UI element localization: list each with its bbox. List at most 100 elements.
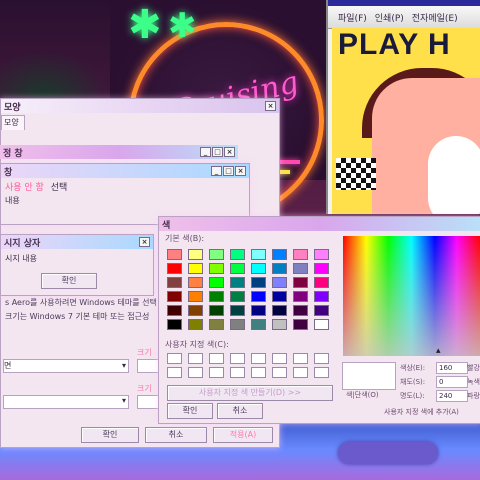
basic-color-swatch[interactable]	[209, 305, 224, 316]
basic-color-swatch[interactable]	[251, 263, 266, 274]
custom-color-slot[interactable]	[167, 353, 182, 364]
basic-color-swatch[interactable]	[314, 263, 329, 274]
custom-color-slot[interactable]	[230, 367, 245, 378]
basic-color-swatch[interactable]	[188, 319, 203, 330]
basic-color-swatch[interactable]	[251, 277, 266, 288]
blue-label: 파랑	[467, 392, 480, 400]
basic-color-swatch[interactable]	[251, 305, 266, 316]
minimize-icon[interactable]: _	[200, 147, 211, 157]
basic-color-swatch[interactable]	[251, 249, 266, 260]
maximize-icon[interactable]: □	[223, 166, 234, 176]
basic-color-swatch[interactable]	[167, 277, 182, 288]
apply-button[interactable]: 적용(A)	[213, 427, 273, 443]
custom-color-slot[interactable]	[230, 353, 245, 364]
basic-color-swatch[interactable]	[209, 319, 224, 330]
basic-color-swatch[interactable]	[230, 263, 245, 274]
item-select[interactable]: 면 ▾	[3, 359, 129, 373]
basic-color-swatch[interactable]	[230, 277, 245, 288]
color-ok-button[interactable]: 확인	[167, 403, 213, 419]
add-custom-color-button[interactable]: 사용자 지정 색에 추가(A)	[384, 407, 459, 417]
basic-color-swatch[interactable]	[209, 263, 224, 274]
cancel-button[interactable]: 취소	[145, 427, 207, 443]
custom-color-slot[interactable]	[188, 367, 203, 378]
color-spectrum[interactable]	[343, 236, 480, 356]
basic-color-swatch[interactable]	[167, 291, 182, 302]
basic-color-swatch[interactable]	[314, 291, 329, 302]
define-custom-colors-button: 사용자 지정 색 만들기(D) >>	[167, 385, 333, 401]
maximize-icon[interactable]: □	[212, 147, 223, 157]
basic-color-swatch[interactable]	[251, 319, 266, 330]
basic-color-swatch[interactable]	[209, 277, 224, 288]
size-label-2: 크기	[137, 384, 152, 393]
custom-color-slot[interactable]	[209, 367, 224, 378]
close-icon[interactable]: ×	[224, 147, 235, 157]
poster-headline: PLAY H	[338, 28, 451, 61]
color-dialog-title: 색	[162, 220, 171, 231]
sat-input[interactable]: 0	[436, 376, 468, 388]
basic-color-swatch[interactable]	[314, 305, 329, 316]
hue-input[interactable]: 160	[436, 362, 468, 374]
custom-color-slot[interactable]	[188, 353, 203, 364]
basic-color-swatch[interactable]	[188, 263, 203, 274]
basic-color-swatch[interactable]	[230, 319, 245, 330]
custom-color-slot[interactable]	[293, 353, 308, 364]
menu-email[interactable]: 전자메일(E)	[412, 11, 458, 24]
lum-input[interactable]: 240	[436, 390, 468, 402]
menu-file[interactable]: 파일(F)	[338, 11, 367, 24]
basic-color-swatch[interactable]	[251, 291, 266, 302]
basic-color-swatch[interactable]	[167, 319, 182, 330]
custom-color-slot[interactable]	[272, 353, 287, 364]
basic-color-swatch[interactable]	[209, 291, 224, 302]
basic-color-swatch[interactable]	[272, 249, 287, 260]
custom-color-slot[interactable]	[314, 367, 329, 378]
basic-color-swatch[interactable]	[167, 305, 182, 316]
basic-color-swatch[interactable]	[188, 291, 203, 302]
basic-color-swatch[interactable]	[167, 263, 182, 274]
checkered-flag	[336, 158, 376, 190]
close-icon[interactable]: ×	[265, 101, 276, 111]
custom-color-slot[interactable]	[251, 353, 266, 364]
menu-print[interactable]: 인쇄(P)	[375, 11, 404, 24]
basic-color-swatch[interactable]	[293, 277, 308, 288]
custom-colors-label: 사용자 지정 색(C):	[165, 340, 229, 349]
active-window-title: 정 창	[3, 148, 23, 159]
basic-color-swatch[interactable]	[230, 291, 245, 302]
item-select-value: 면	[4, 361, 12, 370]
basic-color-swatch[interactable]	[209, 249, 224, 260]
basic-color-swatch[interactable]	[272, 277, 287, 288]
custom-color-slot[interactable]	[209, 353, 224, 364]
ok-button[interactable]: 확인	[81, 427, 139, 443]
tab-appearance[interactable]: 모양	[1, 115, 25, 130]
basic-color-swatch[interactable]	[188, 277, 203, 288]
basic-color-swatch[interactable]	[272, 319, 287, 330]
custom-color-slot[interactable]	[293, 367, 308, 378]
color-cancel-button[interactable]: 취소	[217, 403, 263, 419]
basic-color-swatch[interactable]	[314, 277, 329, 288]
basic-color-swatch[interactable]	[293, 305, 308, 316]
basic-color-swatch[interactable]	[272, 305, 287, 316]
custom-color-slot[interactable]	[272, 367, 287, 378]
custom-color-slot[interactable]	[167, 367, 182, 378]
basic-color-swatch[interactable]	[230, 305, 245, 316]
message-ok-button[interactable]: 확인	[41, 273, 97, 289]
basic-color-swatch[interactable]	[293, 319, 308, 330]
custom-color-slot[interactable]	[314, 353, 329, 364]
close-icon[interactable]: ×	[139, 237, 150, 247]
custom-color-slot[interactable]	[251, 367, 266, 378]
basic-color-swatch[interactable]	[293, 291, 308, 302]
basic-color-swatch[interactable]	[230, 249, 245, 260]
basic-color-swatch[interactable]	[293, 249, 308, 260]
basic-color-swatch[interactable]	[293, 263, 308, 274]
basic-color-swatch[interactable]	[314, 249, 329, 260]
message-box-sample: 시지 상자 × 시지 내용 확인	[0, 234, 154, 296]
close-icon[interactable]: ×	[235, 166, 246, 176]
basic-color-swatch[interactable]	[314, 319, 329, 330]
basic-color-swatch[interactable]	[188, 249, 203, 260]
minimize-icon[interactable]: _	[211, 166, 222, 176]
font-select[interactable]: ▾	[3, 395, 129, 409]
sample-menubar: 사용 안 함 선택	[5, 180, 67, 193]
basic-color-swatch[interactable]	[272, 291, 287, 302]
basic-color-swatch[interactable]	[167, 249, 182, 260]
basic-color-swatch[interactable]	[272, 263, 287, 274]
basic-color-swatch[interactable]	[188, 305, 203, 316]
